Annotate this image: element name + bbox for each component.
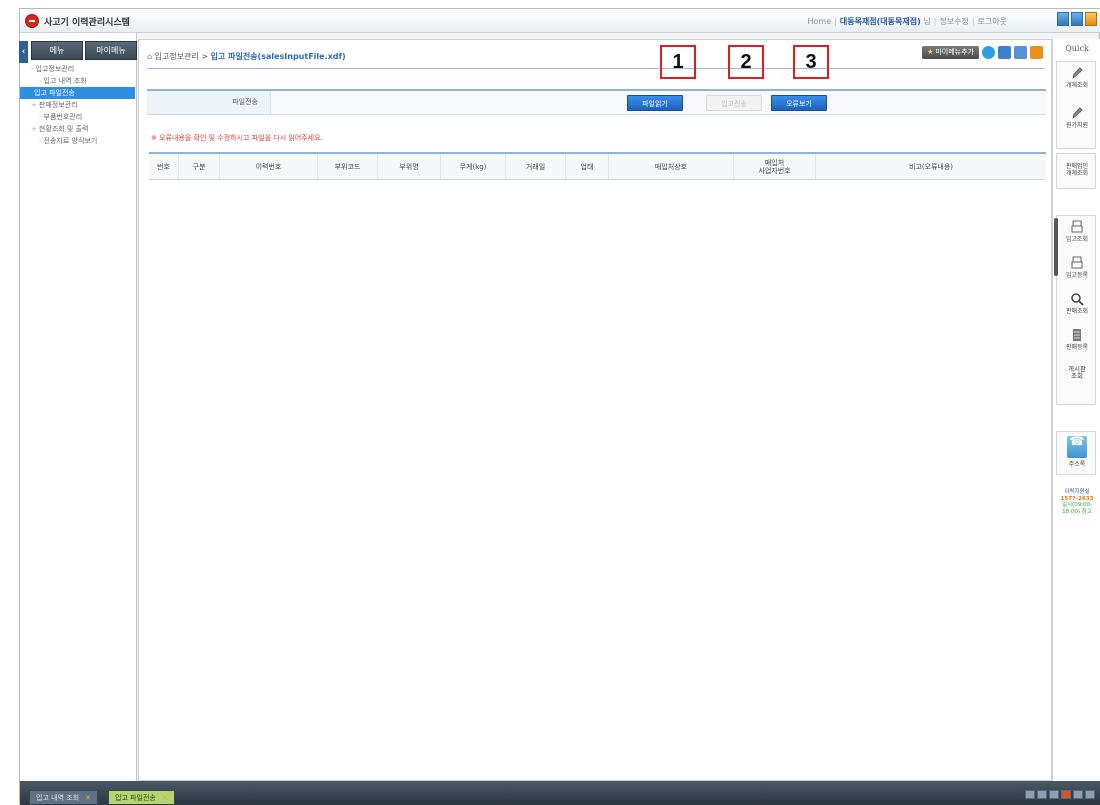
user-name: 대동목재점(대동목재점) bbox=[839, 17, 921, 26]
phone-icon bbox=[1067, 436, 1087, 458]
printer-icon bbox=[1071, 256, 1083, 269]
column-header[interactable]: 부위명 bbox=[378, 154, 441, 179]
quick-group-main: 입고조회 입고등록 판매조회 판매등록 게시판 조회 bbox=[1054, 215, 1097, 405]
add-mymenu-button[interactable]: ★ 마이메뉴추가 bbox=[922, 46, 979, 59]
star-icon: ★ bbox=[927, 48, 934, 56]
column-header[interactable]: 이력번호 bbox=[220, 154, 318, 179]
pen-icon bbox=[1072, 67, 1083, 79]
tile-icon[interactable] bbox=[1025, 790, 1035, 799]
bottom-bar-controls bbox=[1025, 790, 1095, 799]
file-transfer-label: 파일전송 bbox=[147, 91, 271, 114]
column-header[interactable]: 번호 bbox=[149, 154, 179, 179]
tree-item-input-file-transfer[interactable]: 입고 파일전송 bbox=[20, 87, 135, 99]
app-window: 사고기 이력관리시스템 Home | 대동목재점(대동목재점) 님 | 정보수정 | 로그아… bbox=[19, 8, 1100, 805]
quick-group-top: 개체조회 원가지원 bbox=[1056, 61, 1096, 149]
quick-group-contacts: 주소록 bbox=[1056, 431, 1096, 475]
error-notice: ※ 오류내용을 확인 및 수정하시고 파일을 다시 읽어주세요. bbox=[151, 134, 323, 142]
breadcrumb: ⌂ 입고정보관리 > 입고 파일전송(salesInputFile.xdf) bbox=[147, 51, 346, 62]
tree-item-input-info[interactable]: - 입고정보관리 bbox=[31, 63, 135, 75]
edit-info-link[interactable]: 정보수정 bbox=[939, 17, 968, 26]
quick-bar: Quick 개체조회 원가지원 판매업인 개체조회 입고조회 입고등록 판매조회… bbox=[1052, 39, 1100, 781]
breadcrumb-divider bbox=[147, 68, 1045, 69]
page-title: 입고 파일전송(salesInputFile.xdf) bbox=[210, 52, 346, 61]
quick-item-object-search[interactable]: 개체조회 bbox=[1057, 66, 1097, 89]
quick-item-input-register[interactable]: 입고등록 bbox=[1057, 256, 1097, 279]
tree-item-part-number[interactable]: - 부품번호관리 bbox=[31, 111, 135, 123]
column-header[interactable]: 비고(오류내용) bbox=[816, 154, 1046, 179]
column-header[interactable]: 무게(kg) bbox=[441, 154, 506, 179]
main-content: ⌂ 입고정보관리 > 입고 파일전송(salesInputFile.xdf) ★… bbox=[138, 39, 1052, 781]
quick-item-input-search[interactable]: 입고조회 bbox=[1057, 220, 1097, 243]
column-header[interactable]: 매입처상호 bbox=[609, 154, 734, 179]
quick-title: Quick bbox=[1065, 44, 1089, 53]
open-file-button[interactable]: 파일읽기 bbox=[627, 95, 683, 111]
close-tab-icon[interactable]: ✕ bbox=[162, 794, 168, 802]
bottom-tab-bar: 입고 내역 조회 ✕ 입고 파일전송 ✕ bbox=[20, 781, 1100, 805]
send-input-button[interactable]: 입고전송 bbox=[706, 95, 762, 111]
column-header[interactable]: 구분 bbox=[179, 154, 220, 179]
breadcrumb-parent: 입고정보관리 bbox=[154, 52, 199, 61]
minimize-all-icon[interactable] bbox=[1049, 790, 1059, 799]
excel-icon[interactable] bbox=[1014, 46, 1027, 59]
logout-link[interactable]: 로그아웃 bbox=[978, 17, 1007, 26]
column-header[interactable]: 매입처 사업자번호 bbox=[734, 154, 816, 179]
callout-3: 3 bbox=[793, 45, 829, 79]
printer-icon bbox=[1071, 220, 1083, 233]
quick-item-cost-support[interactable]: 원가지원 bbox=[1057, 106, 1097, 129]
app-title: 사고기 이력관리시스템 bbox=[44, 18, 130, 28]
pen-icon bbox=[1072, 107, 1083, 119]
search-icon bbox=[1071, 293, 1084, 306]
minimize-button[interactable] bbox=[1057, 12, 1069, 26]
file-transfer-bar: 파일전송 파일읽기 입고전송 오류보기 bbox=[147, 89, 1046, 115]
help-icon[interactable] bbox=[982, 46, 995, 59]
close-tab-icon[interactable]: ✕ bbox=[85, 794, 91, 802]
column-header[interactable]: 부위코드 bbox=[318, 154, 378, 179]
maximize-button[interactable] bbox=[1071, 12, 1083, 26]
menu-tree: - 입고정보관리 - 입고 내역 조회 입고 파일전송 + 판매정보관리 - 부품번호관… bbox=[20, 63, 135, 147]
left-navigation-panel: ‹ 메뉴 마이메뉴 - 입고정보관리 - 입고 내역 조회 입고 파일전송 + 판매정… bbox=[19, 33, 139, 781]
tab-menu[interactable]: 메뉴 bbox=[31, 41, 83, 60]
tree-item-input-history[interactable]: - 입고 내역 조회 bbox=[31, 75, 135, 87]
print-icon[interactable] bbox=[998, 46, 1011, 59]
tree-item-data-form[interactable]: - 전송자료 양식보기 bbox=[31, 135, 135, 147]
cascade-icon[interactable] bbox=[1037, 790, 1047, 799]
callout-1: 1 bbox=[660, 45, 696, 79]
close-page-icon[interactable] bbox=[1030, 46, 1043, 59]
quick-item-board[interactable]: 게시판 조회 bbox=[1057, 366, 1097, 380]
close-window-button[interactable] bbox=[1085, 12, 1097, 26]
app-logo-icon bbox=[25, 14, 39, 28]
column-header[interactable]: 거래일 bbox=[506, 154, 566, 179]
quick-item-sales-search[interactable]: 판매조회 bbox=[1057, 292, 1097, 315]
left-panel-tabs: 메뉴 마이메뉴 bbox=[31, 41, 139, 60]
next-tab-icon[interactable] bbox=[1085, 790, 1095, 799]
breadcrumb-separator: > bbox=[201, 52, 209, 61]
view-errors-button[interactable]: 오류보기 bbox=[771, 95, 827, 111]
bottom-tab-input-history[interactable]: 입고 내역 조회 ✕ bbox=[29, 790, 98, 804]
title-bar: 사고기 이력관리시스템 Home | 대동목재점(대동목재점) 님 | 정보수정 | 로그아… bbox=[20, 9, 1100, 33]
tab-mymenu[interactable]: 마이메뉴 bbox=[85, 41, 137, 60]
window-controls bbox=[1057, 12, 1097, 26]
home-icon: ⌂ bbox=[147, 52, 153, 61]
column-header[interactable]: 업태 bbox=[566, 154, 609, 179]
user-suffix: 님 bbox=[923, 17, 931, 26]
prev-tab-icon[interactable] bbox=[1073, 790, 1083, 799]
tree-item-status-report[interactable]: + 현황조회 및 출력 bbox=[31, 123, 135, 135]
collapse-panel-button[interactable]: ‹ bbox=[19, 41, 28, 63]
quick-item-sales-register[interactable]: 판매등록 bbox=[1057, 328, 1097, 351]
quick-item-seller-object-search[interactable]: 판매업인 개체조회 bbox=[1057, 163, 1097, 177]
bottom-tab-input-file-transfer[interactable]: 입고 파일전송 ✕ bbox=[108, 790, 175, 804]
callout-2: 2 bbox=[728, 45, 764, 79]
quick-item-address-book[interactable]: 주소록 bbox=[1057, 436, 1097, 468]
quick-group-seller: 판매업인 개체조회 bbox=[1056, 153, 1096, 189]
document-icon bbox=[1073, 329, 1081, 341]
tree-item-sales-info[interactable]: + 판매정보관리 bbox=[31, 99, 135, 111]
close-all-icon[interactable] bbox=[1061, 790, 1071, 799]
home-link[interactable]: Home bbox=[808, 17, 832, 26]
top-menu: Home | 대동목재점(대동목재점) 님 | 정보수정 | 로그아웃 bbox=[807, 17, 1007, 26]
helpdesk-info: 이력지원실 1577-2633 일시(09:00- 18:00) 참고 bbox=[1060, 489, 1094, 515]
page-toolbar: ★ 마이메뉴추가 bbox=[922, 46, 1043, 59]
data-grid-header: 번호 구분 이력번호 부위코드 부위명 무게(kg) 거래일 업태 매입처상호 … bbox=[149, 152, 1046, 180]
